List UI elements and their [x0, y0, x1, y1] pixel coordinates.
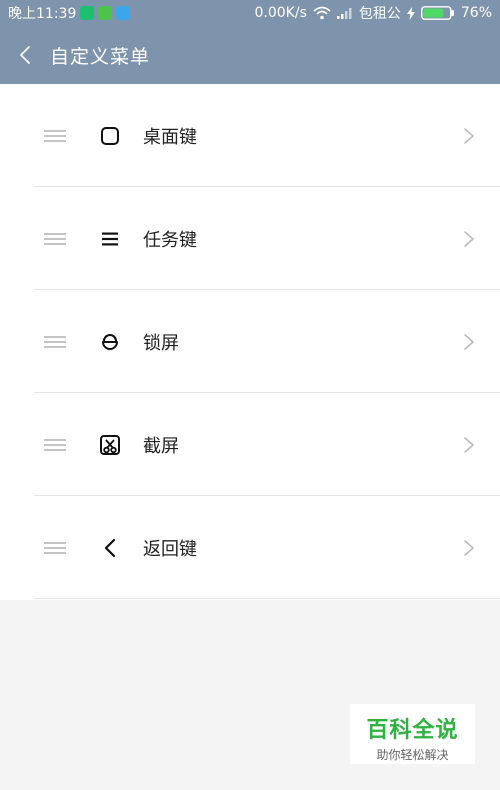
- battery-percent: 76%: [460, 5, 492, 21]
- menu-item-label: 桌面键: [143, 126, 197, 148]
- chevron-right-icon: [464, 333, 474, 350]
- drag-handle-icon[interactable]: [44, 539, 66, 557]
- back-button[interactable]: [0, 26, 50, 84]
- menu-list: 桌面键 任务键 锁屏 截屏 返回键: [0, 84, 500, 600]
- watermark-badge: 百科全说 助你轻松解决: [350, 704, 475, 764]
- network-speed: 0.00K/s: [254, 5, 307, 21]
- chevron-right-icon: [464, 127, 474, 144]
- android-app-icon: [98, 6, 113, 20]
- status-time: 晚上11:39: [8, 6, 77, 22]
- menu-item-screenshot[interactable]: 截屏: [0, 393, 500, 496]
- menu-item-task[interactable]: 任务键: [0, 187, 500, 290]
- page-title: 自定义菜单: [50, 45, 151, 68]
- security-app-icon: [80, 6, 95, 20]
- chevron-right-icon: [464, 436, 474, 453]
- menu-item-label: 返回键: [143, 538, 197, 560]
- watermark-subtitle: 助你轻松解决: [376, 748, 449, 762]
- menu-item-label: 锁屏: [143, 332, 179, 354]
- chevron-right-icon: [464, 539, 474, 556]
- wifi-icon: [313, 6, 331, 20]
- drag-handle-icon[interactable]: [44, 333, 66, 351]
- menu-item-home[interactable]: 桌面键: [0, 84, 500, 187]
- lock-icon: [98, 330, 122, 354]
- back-arrow-icon: [98, 536, 122, 560]
- drag-handle-icon[interactable]: [44, 436, 66, 454]
- battery-icon: [420, 6, 454, 20]
- signal-icon: [336, 8, 352, 19]
- drag-handle-icon[interactable]: [44, 230, 66, 248]
- title-bar: 自定义菜单: [0, 26, 500, 84]
- menu-item-back[interactable]: 返回键: [0, 496, 500, 599]
- chevron-right-icon: [464, 230, 474, 247]
- menu-item-label: 截屏: [143, 435, 179, 457]
- menu-item-label: 任务键: [143, 229, 197, 251]
- watermark-title: 百科全说: [366, 718, 459, 743]
- status-bar: 晚上11:39 0.00K/s 包租公 76%: [0, 0, 500, 26]
- charging-icon: [406, 6, 415, 20]
- menu-item-lock[interactable]: 锁屏: [0, 290, 500, 393]
- chevron-left-icon: [20, 46, 30, 64]
- notification-app-icon: [116, 6, 131, 20]
- screenshot-scissors-icon: [98, 433, 122, 457]
- rounded-square-icon: [98, 124, 122, 148]
- carrier-name: 包租公: [358, 6, 401, 22]
- drag-handle-icon[interactable]: [44, 127, 66, 145]
- menu-lines-icon: [98, 227, 122, 251]
- divider: [34, 598, 500, 599]
